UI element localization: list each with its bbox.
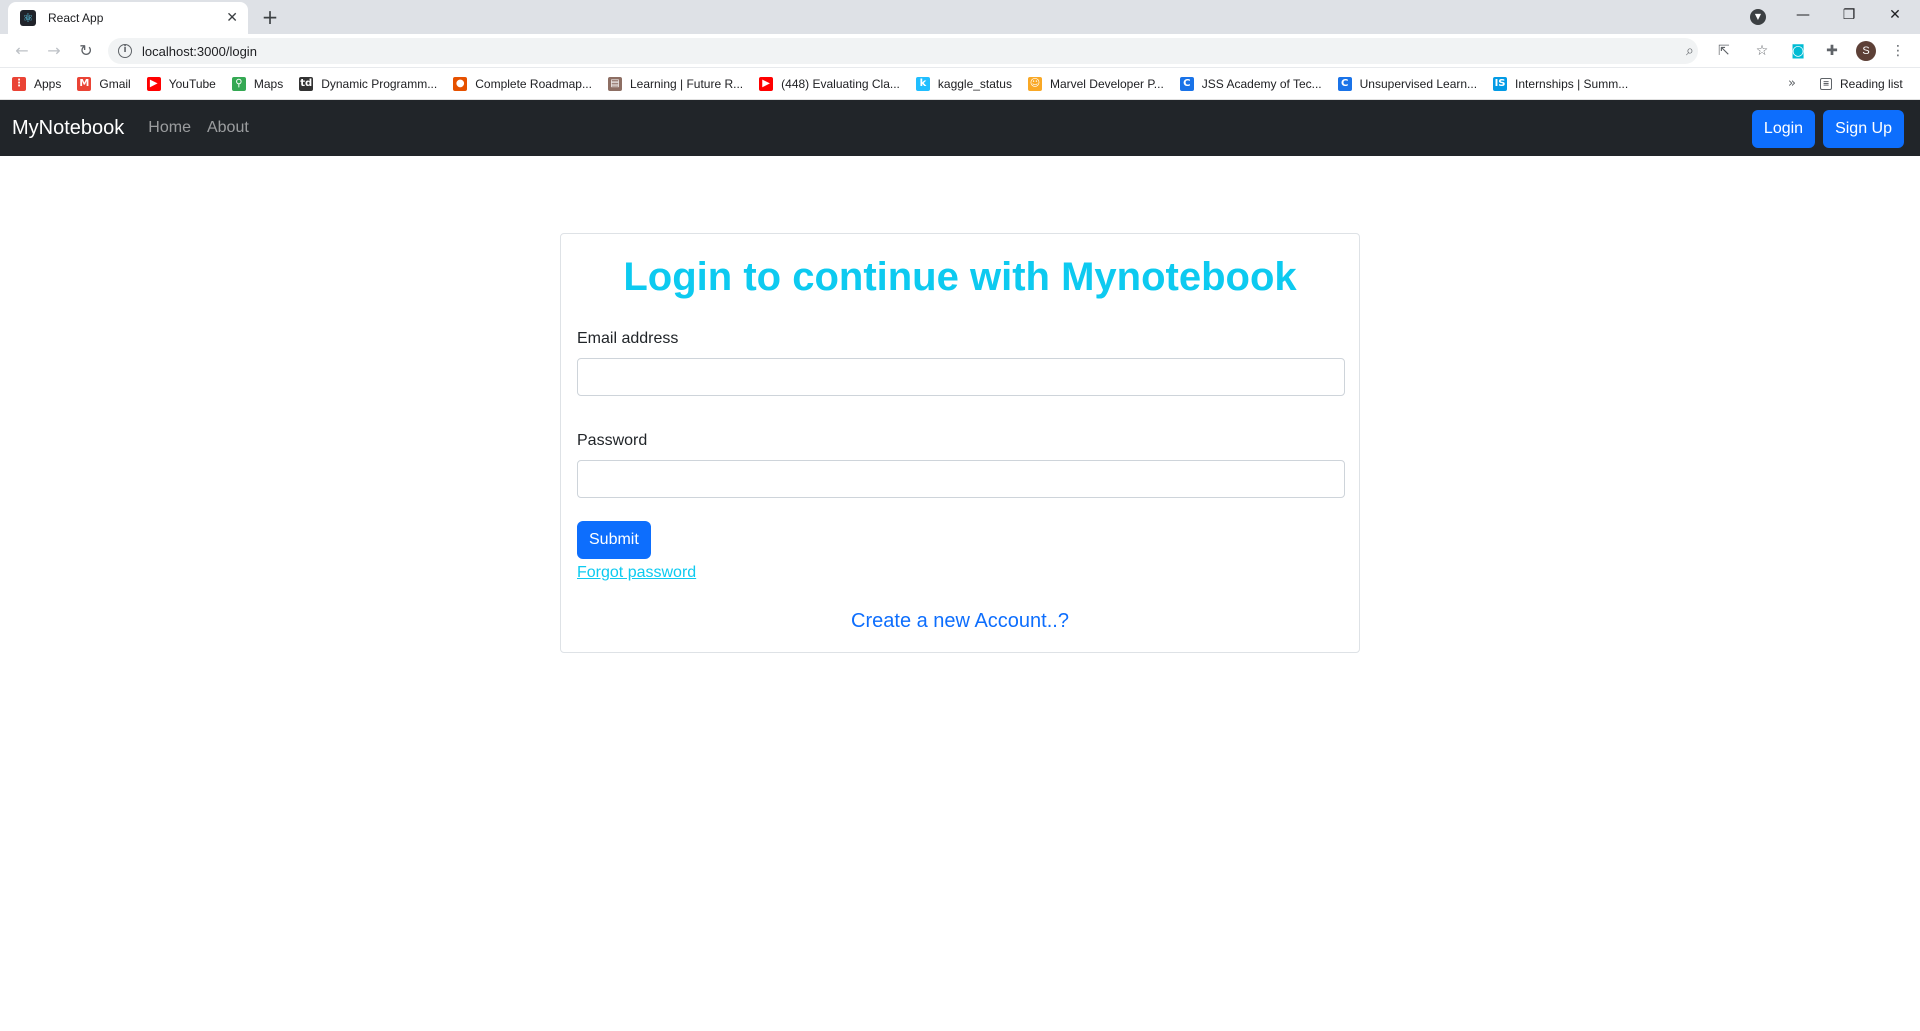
- gmail-icon: M: [77, 76, 92, 91]
- app-navbar: MyNotebook Home About Login Sign Up: [0, 100, 1920, 156]
- bookmark-item[interactable]: ▤ Learning | Future R...: [607, 76, 744, 91]
- bookmark-label: kaggle_status: [937, 76, 1012, 91]
- bookmark-label: Maps: [253, 76, 284, 91]
- bookmark-label: Dynamic Programm...: [321, 76, 438, 91]
- td-icon: td: [299, 76, 314, 91]
- extension-icon[interactable]: ◙: [1788, 41, 1808, 61]
- bookmark-label: JSS Academy of Tec...: [1201, 76, 1322, 91]
- bookmark-label: Internships | Summ...: [1515, 76, 1629, 91]
- close-tab-icon[interactable]: ✕: [226, 10, 238, 26]
- create-account-link[interactable]: Create a new Account..?: [577, 610, 1343, 633]
- bookmark-item[interactable]: ⋮ Apps: [12, 76, 62, 91]
- zoom-icon[interactable]: ⌕: [1686, 38, 1694, 64]
- roadmap-icon: ●: [453, 76, 468, 91]
- marvel-icon: ☺: [1027, 76, 1042, 91]
- bookmark-label: Unsupervised Learn...: [1359, 76, 1478, 91]
- password-label: Password: [577, 432, 648, 449]
- bookmark-item[interactable]: C JSS Academy of Tec...: [1179, 76, 1322, 91]
- browser-tabstrip: ⚛ React App ✕ + ▼ — ❐ ✕: [0, 0, 1920, 34]
- jss-icon: C: [1179, 76, 1194, 91]
- browser-tab[interactable]: ⚛ React App ✕: [8, 2, 248, 34]
- bookmark-item[interactable]: C Unsupervised Learn...: [1337, 76, 1478, 91]
- nav-link-home[interactable]: Home: [148, 119, 191, 137]
- bookmark-label: (448) Evaluating Cla...: [781, 76, 900, 91]
- bookmark-label: Learning | Future R...: [629, 76, 744, 91]
- internshala-icon: IS: [1493, 76, 1508, 91]
- more-bookmarks-icon[interactable]: »: [1788, 76, 1796, 91]
- bookmark-item[interactable]: ▶ YouTube: [146, 76, 216, 91]
- login-button[interactable]: Login: [1751, 110, 1816, 148]
- bookmark-label: Marvel Developer P...: [1049, 76, 1164, 91]
- tab-search-icon[interactable]: ▼: [1750, 9, 1766, 25]
- apps-grid-icon: ⋮: [12, 76, 26, 91]
- bookmarks-bar: ⋮ Apps M Gmail ▶ YouTube ⚲ Maps td Dynamic Progra…: [0, 68, 1920, 100]
- react-favicon-icon: ⚛: [20, 10, 36, 26]
- login-title: Login to continue with Mynotebook: [623, 255, 1297, 299]
- new-tab-icon[interactable]: +: [258, 6, 282, 30]
- bookmark-item[interactable]: ☺ Marvel Developer P...: [1027, 76, 1164, 91]
- url-text[interactable]: localhost:3000/login: [142, 44, 257, 59]
- password-field[interactable]: [577, 460, 1345, 498]
- forward-icon[interactable]: →: [42, 39, 66, 63]
- reading-list-icon: ≡: [1820, 78, 1832, 90]
- bookmark-label: Complete Roadmap...: [475, 76, 592, 91]
- restore-icon[interactable]: ❐: [1826, 3, 1872, 27]
- window-close-icon[interactable]: ✕: [1872, 3, 1918, 27]
- email-field[interactable]: [577, 358, 1345, 396]
- bookmark-item[interactable]: ● Complete Roadmap...: [453, 76, 592, 91]
- learning-icon: ▤: [607, 76, 622, 91]
- kaggle-icon: k: [915, 76, 930, 91]
- unsupervised-icon: C: [1337, 76, 1352, 91]
- bookmark-item[interactable]: M Gmail: [77, 76, 131, 91]
- bookmark-star-icon[interactable]: ☆: [1752, 41, 1772, 61]
- bookmark-label: YouTube: [168, 76, 216, 91]
- submit-button[interactable]: Submit: [577, 521, 651, 559]
- bookmark-item[interactable]: ▶ (448) Evaluating Cla...: [759, 76, 900, 91]
- menu-kebab-icon[interactable]: ⋮: [1888, 41, 1908, 61]
- nav-link-about[interactable]: About: [207, 119, 249, 137]
- bookmark-label: Gmail: [99, 76, 131, 91]
- back-icon[interactable]: ←: [10, 39, 34, 63]
- login-card: Login to continue with Mynotebook Email …: [560, 233, 1360, 653]
- reading-list-button[interactable]: ≡ Reading list: [1820, 68, 1903, 100]
- maps-icon: ⚲: [231, 76, 246, 91]
- bookmark-item[interactable]: IS Internships | Summ...: [1493, 76, 1629, 91]
- bookmark-item[interactable]: ⚲ Maps: [231, 76, 284, 91]
- bookmark-label: Apps: [34, 76, 62, 91]
- email-label: Email address: [577, 330, 679, 347]
- tab-title: React App: [48, 11, 104, 25]
- browser-toolbar: ← → ↻ i localhost:3000/login ⌕ ⇱ ☆ ◙ ✚ S…: [0, 34, 1920, 68]
- bookmark-item[interactable]: td Dynamic Programm...: [299, 76, 438, 91]
- bookmark-item[interactable]: k kaggle_status: [915, 76, 1012, 91]
- address-bar[interactable]: i localhost:3000/login ⌕ ⇱: [108, 38, 1730, 64]
- youtube-icon: ▶: [146, 76, 161, 91]
- reading-list-label: Reading list: [1840, 77, 1903, 91]
- youtube-icon: ▶: [759, 76, 774, 91]
- extensions-puzzle-icon[interactable]: ✚: [1822, 41, 1842, 61]
- site-info-icon[interactable]: i: [118, 44, 132, 58]
- forgot-password-link[interactable]: Forgot password: [577, 564, 1343, 582]
- profile-avatar[interactable]: S: [1856, 41, 1876, 61]
- nav-actions: Login Sign Up: [1744, 110, 1904, 148]
- minimize-icon[interactable]: —: [1780, 3, 1826, 27]
- share-icon[interactable]: ⇱: [1718, 38, 1730, 64]
- signup-button[interactable]: Sign Up: [1823, 110, 1904, 148]
- brand-logo[interactable]: MyNotebook: [12, 117, 124, 140]
- reload-icon[interactable]: ↻: [74, 39, 98, 63]
